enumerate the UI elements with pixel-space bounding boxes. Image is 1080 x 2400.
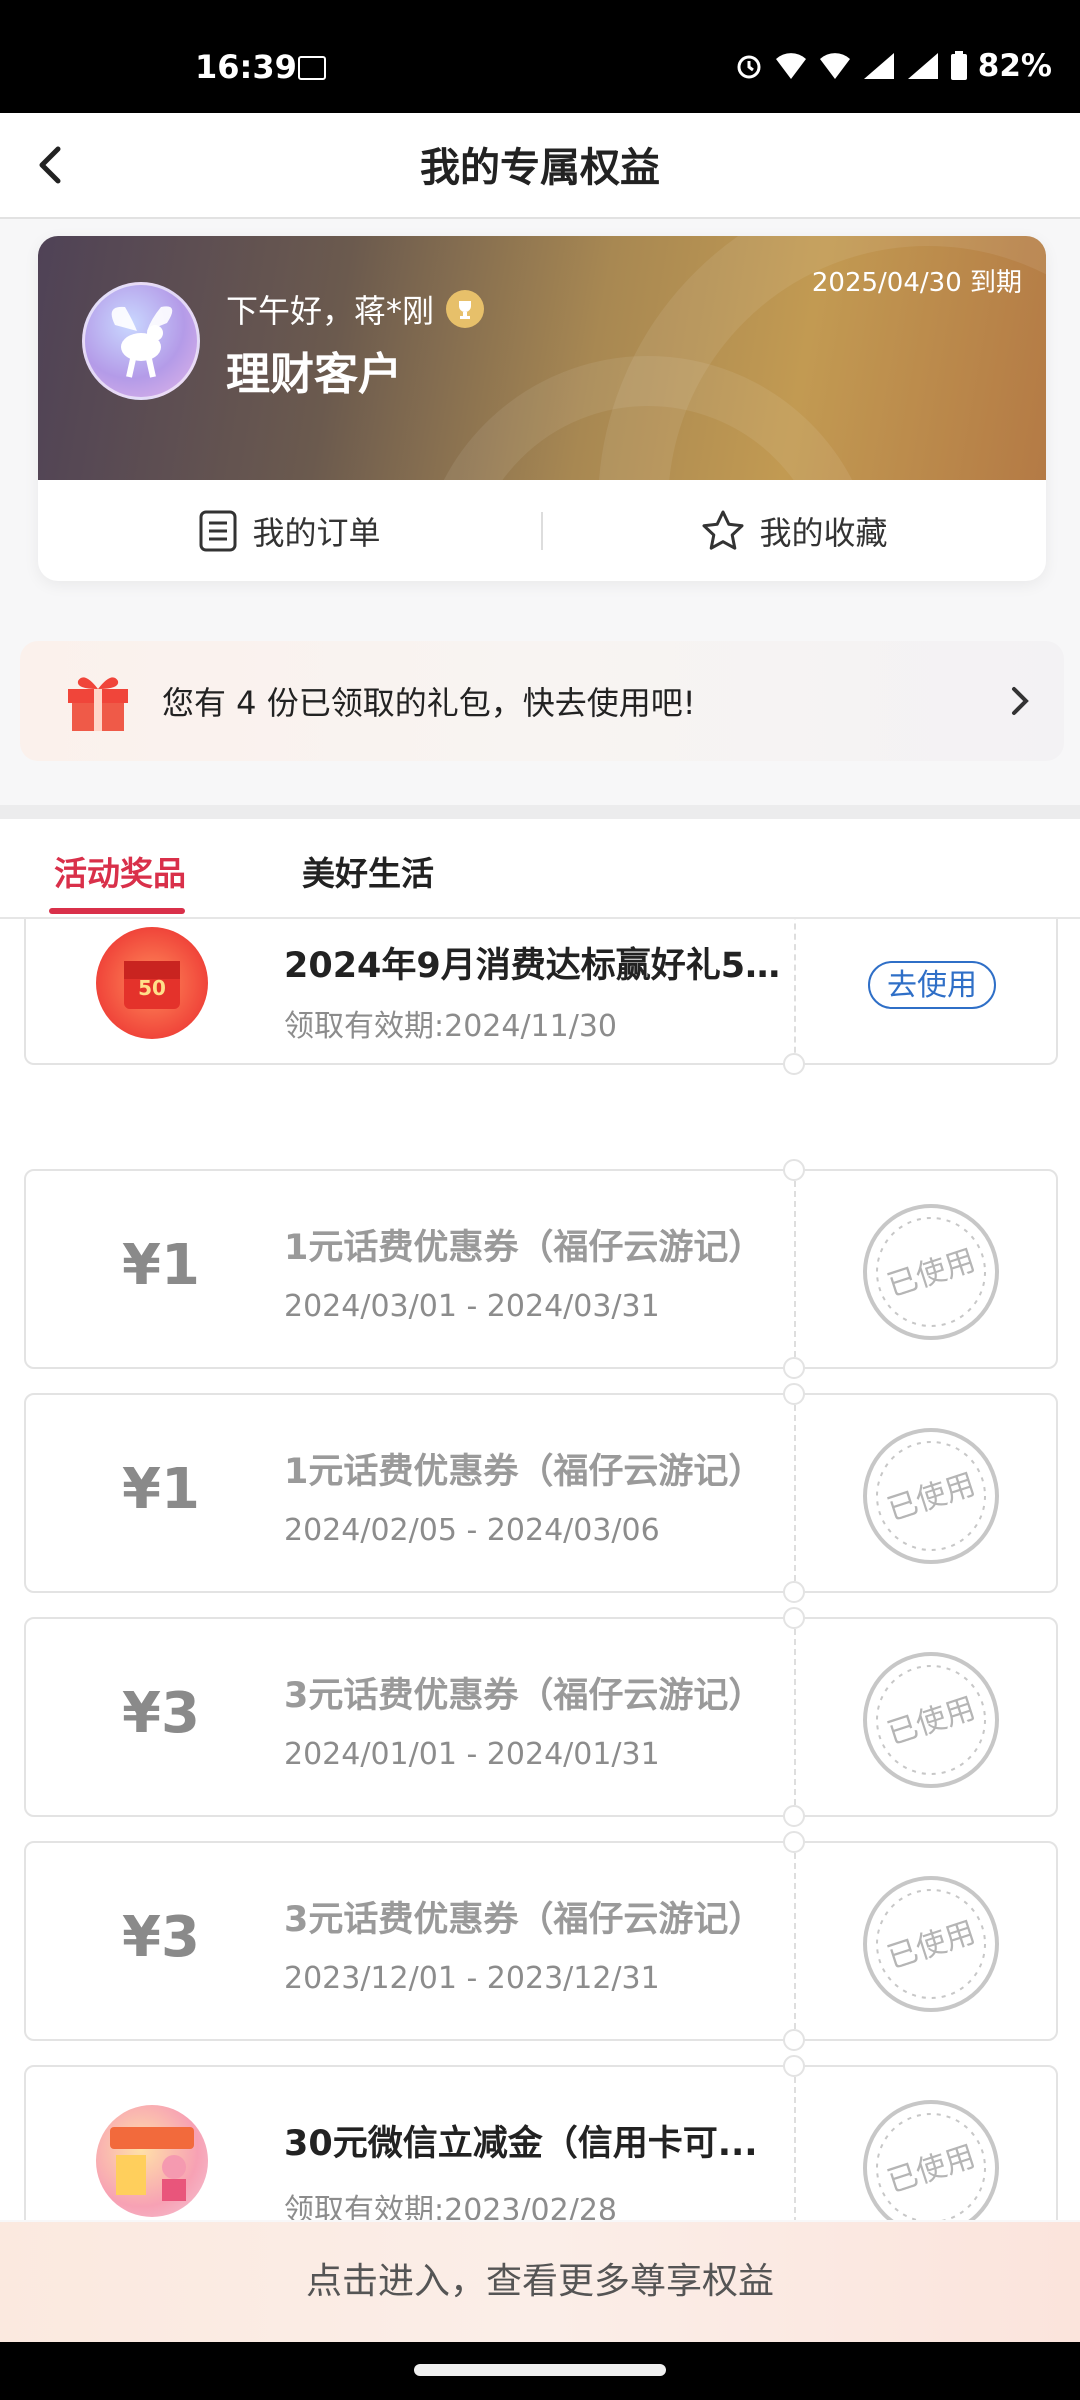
my-favorites-button[interactable]: 我的收藏 (543, 508, 1046, 554)
chevron-right-icon (1012, 687, 1029, 715)
page-title: 我的专属权益 (420, 145, 660, 191)
card-actions: 我的订单 我的收藏 (38, 480, 1046, 581)
gift-icon (68, 677, 128, 731)
used-stamp-text: 已使用 (883, 1467, 979, 1528)
coupon-validity: 2023/12/01 - 2023/12/31 (284, 1961, 660, 1996)
image-notification-icon (298, 56, 326, 80)
coupon-divider (794, 1395, 796, 1591)
coupon-card[interactable]: ¥3 3元话费优惠券（福仔云游记） 2023/12/01 - 2023/12/3… (24, 1831, 1058, 2051)
envelope-amount-text: 50 (138, 976, 166, 1000)
my-orders-button[interactable]: 我的订单 (38, 508, 541, 554)
coupon-card[interactable]: ¥1 1元话费优惠券（福仔云游记） 2024/02/05 - 2024/03/0… (24, 1383, 1058, 1603)
status-time: 16:39 (195, 48, 297, 86)
tab-bar: 活动奖品 美好生活 (0, 819, 1080, 919)
order-list-icon (199, 510, 237, 551)
tab-activity-prizes[interactable]: 活动奖品 (54, 847, 186, 895)
red-envelope-50-icon: 50 (96, 927, 208, 1039)
pegasus-avatar-icon (111, 306, 173, 378)
gift-package-banner[interactable]: 您有 4 份已领取的礼包，快去使用吧! (20, 641, 1064, 761)
coupon-card[interactable]: 50 2024年9月消费达标赢好礼50... 领取有效期:2024/11/30 … (24, 919, 1058, 1075)
vip-trophy-icon (446, 290, 485, 328)
active-tab-indicator (49, 908, 185, 914)
battery-level: 82% (977, 48, 1052, 84)
coupon-notch (783, 1383, 805, 1405)
alarm-icon (737, 55, 761, 79)
coupon-list[interactable]: 50 2024年9月消费达标赢好礼50... 领取有效期:2024/11/30 … (0, 919, 1080, 2220)
coupon-notch (783, 1607, 805, 1629)
used-stamp-icon: 已使用 (863, 1204, 999, 1340)
coupon-notch (783, 1831, 805, 1853)
avatar[interactable] (82, 282, 200, 400)
used-stamp-text: 已使用 (883, 2139, 979, 2200)
coupon-amount: ¥3 (122, 1905, 200, 1970)
member-card: 下午好，蒋*刚 理财客户 2025/04/30 到期 我的订单 我的收藏 (38, 236, 1046, 581)
used-stamp-text: 已使用 (883, 1691, 979, 1752)
used-stamp-icon: 已使用 (863, 1652, 999, 1788)
used-stamp-icon: 已使用 (863, 1428, 999, 1564)
member-banner: 下午好，蒋*刚 理财客户 2025/04/30 到期 (38, 236, 1046, 480)
wifi-icon (775, 53, 806, 79)
greeting-text: 下午好，蒋*刚 (226, 292, 435, 330)
promo-poster-icon (96, 2105, 208, 2217)
coupon-divider (794, 1619, 796, 1815)
coupon-notch (783, 2029, 805, 2051)
status-icons: 82% (734, 48, 1052, 84)
gift-banner-text: 您有 4 份已领取的礼包，快去使用吧! (162, 684, 696, 722)
coupon-title: 1元话费优惠券（福仔云游记） (284, 1452, 764, 1492)
battery-icon (950, 51, 967, 80)
coupon-card[interactable]: ¥1 1元话费优惠券（福仔云游记） 2024/03/01 - 2024/03/3… (24, 1159, 1058, 1379)
tab-better-life[interactable]: 美好生活 (302, 847, 434, 895)
status-bar: 16:39 82% (0, 0, 1080, 113)
wifi-6-icon (819, 53, 850, 79)
coupon-card[interactable]: ¥3 3元话费优惠券（福仔云游记） 2024/01/01 - 2024/01/3… (24, 1607, 1058, 1827)
coupon-title: 1元话费优惠券（福仔云游记） (284, 1228, 764, 1268)
coupon-divider (794, 2067, 796, 2220)
coupon-amount: ¥1 (122, 1233, 200, 1298)
coupon-title: 30元微信立减金（信用卡可... (284, 2124, 758, 2164)
page-header: 我的专属权益 (0, 113, 1080, 219)
coupon-amount: ¥3 (122, 1681, 200, 1746)
membership-expiry: 2025/04/30 到期 (811, 268, 1022, 298)
coupon-notch (783, 2055, 805, 2077)
coupon-validity: 领取有效期:2023/02/28 (284, 2193, 618, 2220)
used-stamp-text: 已使用 (883, 1243, 979, 1304)
coupon-validity: 2024/02/05 - 2024/03/06 (284, 1513, 660, 1548)
coupon-notch (783, 1357, 805, 1379)
coupon-divider (794, 919, 796, 1063)
section-separator (0, 805, 1080, 819)
coupon-card[interactable]: 30元微信立减金（信用卡可... 领取有效期:2023/02/28 已使用 (24, 2055, 1058, 2220)
my-orders-label: 我的订单 (252, 513, 381, 552)
signal-2-icon (907, 53, 938, 79)
coupon-validity: 领取有效期:2024/11/30 (284, 1009, 618, 1044)
coupon-validity: 2024/01/01 - 2024/01/31 (284, 1737, 660, 1772)
coupon-amount: ¥1 (122, 1457, 200, 1522)
coupon-divider (794, 1843, 796, 2039)
used-stamp-icon: 已使用 (863, 2100, 999, 2220)
coupon-validity: 2024/03/01 - 2024/03/31 (284, 1289, 660, 1324)
coupon-notch (783, 1159, 805, 1181)
coupon-notch (783, 1053, 805, 1075)
coupon-divider (794, 1171, 796, 1367)
coupon-title: 3元话费优惠券（福仔云游记） (284, 1676, 764, 1716)
coupon-title: 3元话费优惠券（福仔云游记） (284, 1900, 764, 1940)
used-stamp-text: 已使用 (883, 1915, 979, 1976)
use-coupon-button[interactable]: 去使用 (868, 961, 996, 1009)
signal-1-icon (863, 53, 894, 79)
used-stamp-icon: 已使用 (863, 1876, 999, 2012)
my-favorites-label: 我的收藏 (759, 513, 888, 552)
system-nav-bar (0, 2342, 1080, 2400)
customer-type: 理财客户 (226, 349, 402, 400)
coupon-title: 2024年9月消费达标赢好礼50... (284, 946, 784, 986)
coupon-notch (783, 1805, 805, 1827)
coupon-notch (783, 1581, 805, 1603)
home-gesture-handle[interactable] (414, 2364, 666, 2376)
greeting: 下午好，蒋*刚 (226, 286, 485, 332)
star-icon (702, 510, 744, 550)
more-benefits-banner[interactable]: 点击进入，查看更多尊享权益 (0, 2222, 1080, 2342)
